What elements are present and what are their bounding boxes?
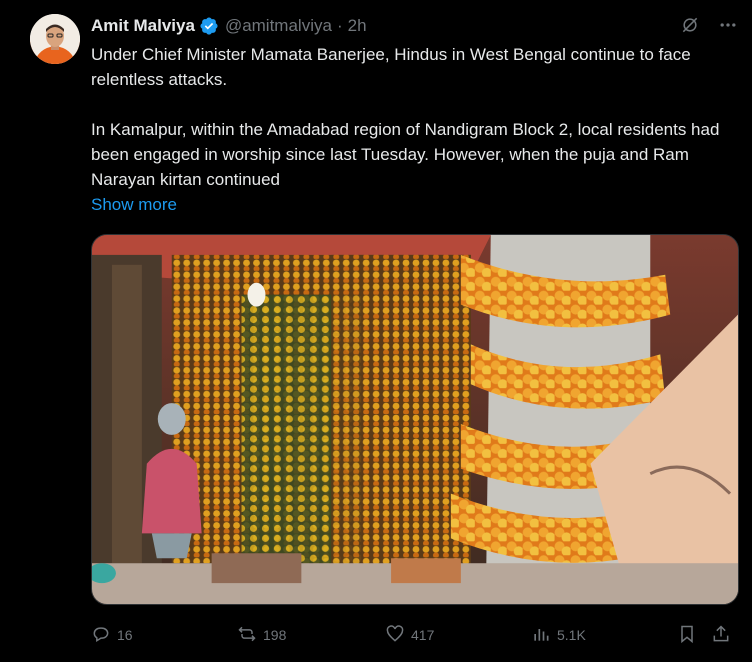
more-icon[interactable] bbox=[718, 15, 738, 40]
tweet-text: Under Chief Minister Mamata Banerjee, Hi… bbox=[91, 42, 739, 192]
show-more-link[interactable]: Show more bbox=[91, 192, 177, 217]
reply-button[interactable]: 16 bbox=[91, 622, 133, 648]
author-name[interactable]: Amit Malviya bbox=[91, 16, 195, 36]
separator-dot: · bbox=[336, 16, 343, 35]
like-button[interactable]: 417 bbox=[385, 622, 434, 648]
views-button[interactable]: 5.1K bbox=[531, 622, 586, 648]
avatar[interactable] bbox=[30, 14, 80, 64]
like-icon bbox=[385, 624, 405, 647]
bookmark-icon bbox=[677, 624, 697, 647]
views-count: 5.1K bbox=[557, 627, 586, 643]
tweet[interactable]: Amit Malviya @amitmalviya · 2h Under Chi… bbox=[0, 0, 752, 662]
grok-icon[interactable] bbox=[680, 15, 700, 40]
like-count: 417 bbox=[411, 627, 435, 643]
verified-badge-icon bbox=[199, 16, 219, 36]
author-handle[interactable]: @amitmalviya bbox=[225, 16, 332, 36]
repost-button[interactable]: 198 bbox=[237, 622, 286, 648]
tweet-video[interactable] bbox=[91, 234, 739, 605]
tweet-paragraph: Under Chief Minister Mamata Banerjee, Hi… bbox=[91, 45, 691, 89]
reply-count: 16 bbox=[117, 627, 133, 643]
bookmark-button[interactable] bbox=[677, 622, 697, 648]
tweet-actions: 16 198 417 5.1K bbox=[91, 622, 739, 648]
share-button[interactable] bbox=[711, 622, 731, 648]
repost-count: 198 bbox=[263, 627, 287, 643]
repost-icon bbox=[237, 624, 257, 647]
header-icons bbox=[680, 15, 738, 40]
tweet-header: Amit Malviya @amitmalviya · 2h bbox=[91, 14, 732, 38]
reply-icon bbox=[91, 624, 111, 647]
views-icon bbox=[531, 624, 551, 647]
share-icon bbox=[711, 624, 731, 647]
timestamp[interactable]: 2h bbox=[348, 16, 367, 36]
tweet-paragraph: In Kamalpur, within the Amadabad region … bbox=[91, 120, 720, 189]
